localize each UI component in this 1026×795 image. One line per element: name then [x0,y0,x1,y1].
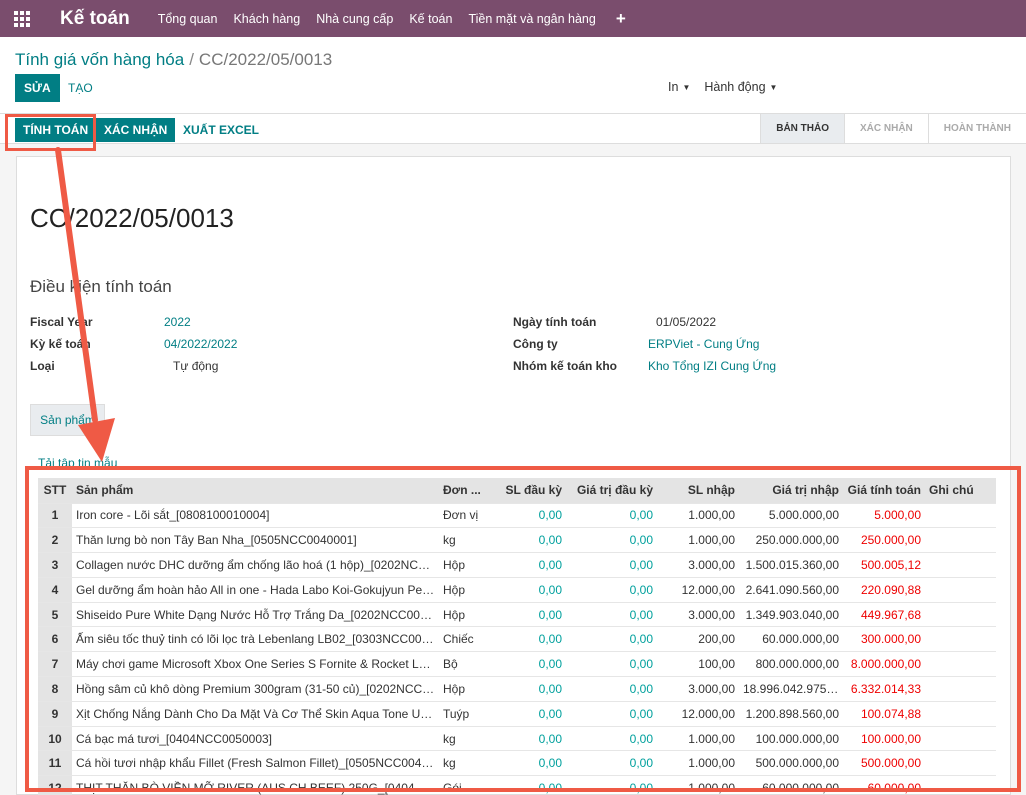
annotation-arrow-icon [55,147,115,462]
